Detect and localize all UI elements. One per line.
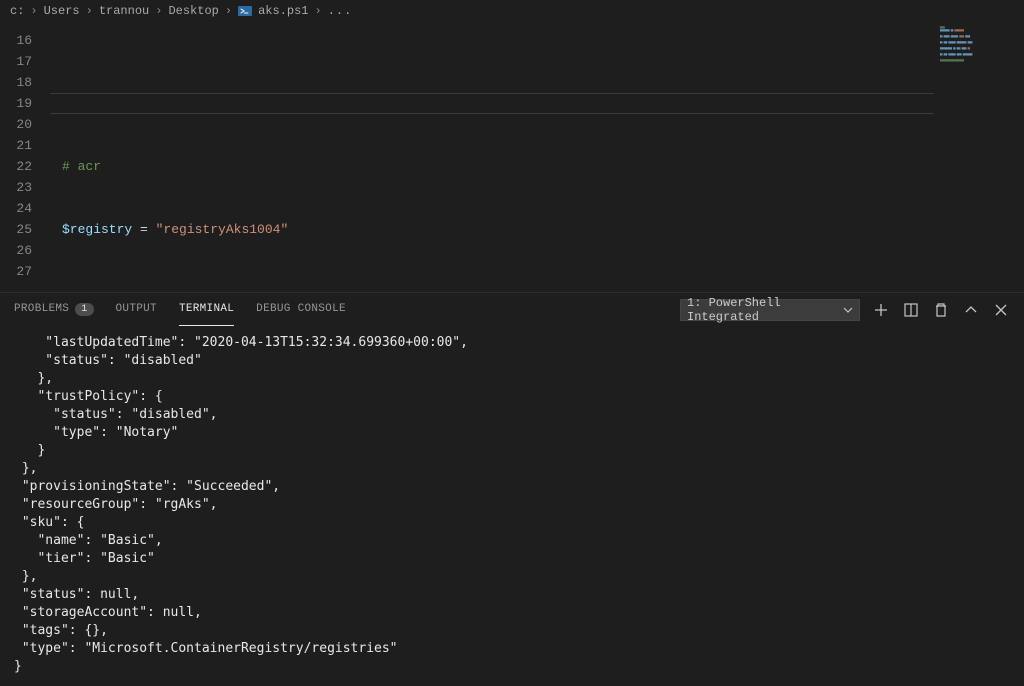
powershell-icon	[238, 4, 252, 18]
kill-terminal-button[interactable]	[932, 301, 950, 319]
line-number: 25	[0, 219, 50, 240]
code-line[interactable]: $registry = "registryAks1004"	[50, 219, 934, 240]
tab-label: PROBLEMS	[14, 303, 69, 315]
tab-debug-console[interactable]: DEBUG CONSOLE	[256, 293, 346, 326]
new-terminal-button[interactable]	[872, 301, 890, 319]
panel-controls: 1: PowerShell Integrated	[680, 299, 1010, 321]
tab-label: TERMINAL	[179, 303, 234, 315]
line-gutter: 16 17 18 19 20 21 22 23 24 25 26 27	[0, 22, 50, 292]
line-number: 23	[0, 177, 50, 198]
line-number: 18	[0, 72, 50, 93]
chevron-icon: ›	[30, 4, 37, 18]
problems-badge: 1	[75, 303, 93, 316]
tab-problems[interactable]: PROBLEMS 1	[14, 293, 94, 326]
tab-terminal[interactable]: TERMINAL	[179, 293, 234, 326]
breadcrumb-seg[interactable]: Desktop	[168, 4, 218, 18]
terminal-text: "lastUpdatedTime": "2020-04-13T15:32:34.…	[14, 334, 1010, 676]
close-panel-button[interactable]	[992, 301, 1010, 319]
tab-output[interactable]: OUTPUT	[116, 293, 157, 326]
chevron-down-icon	[843, 305, 853, 315]
breadcrumb-seg[interactable]: Users	[44, 4, 80, 18]
terminal-selector-label: 1: PowerShell Integrated	[687, 296, 843, 324]
chevron-icon: ›	[86, 4, 93, 18]
line-number: 21	[0, 135, 50, 156]
panel-tabs: PROBLEMS 1 OUTPUT TERMINAL DEBUG CONSOLE…	[0, 293, 1024, 326]
chevron-icon: ›	[155, 4, 162, 18]
line-number: 24	[0, 198, 50, 219]
tab-label: DEBUG CONSOLE	[256, 303, 346, 315]
line-number: 22	[0, 156, 50, 177]
line-number: 17	[0, 51, 50, 72]
breadcrumb-rest[interactable]: ...	[328, 4, 353, 18]
line-number: 26	[0, 240, 50, 261]
split-terminal-button[interactable]	[902, 301, 920, 319]
breadcrumb[interactable]: c: › Users › trannou › Desktop › aks.ps1…	[0, 0, 1024, 22]
panel: PROBLEMS 1 OUTPUT TERMINAL DEBUG CONSOLE…	[0, 292, 1024, 686]
line-number: 27	[0, 261, 50, 282]
editor[interactable]: 16 17 18 19 20 21 22 23 24 25 26 27 # ac…	[0, 22, 1024, 292]
chevron-icon: ›	[225, 4, 232, 18]
terminal-output[interactable]: "lastUpdatedTime": "2020-04-13T15:32:34.…	[0, 326, 1024, 686]
minimap[interactable]: ████ ████████ ██ ████████ ██ █████ █████…	[934, 22, 1024, 292]
terminal-selector[interactable]: 1: PowerShell Integrated	[680, 299, 860, 321]
chevron-icon: ›	[315, 4, 322, 18]
code-line[interactable]	[50, 93, 934, 114]
breadcrumb-seg[interactable]: trannou	[99, 4, 149, 18]
line-number: 16	[0, 30, 50, 51]
code-area[interactable]: # acr $registry = "registryAks1004" az g…	[50, 22, 934, 292]
code-line[interactable]: # acr	[50, 156, 934, 177]
code-line[interactable]	[50, 282, 934, 292]
line-number: 20	[0, 114, 50, 135]
maximize-panel-button[interactable]	[962, 301, 980, 319]
breadcrumb-root[interactable]: c:	[10, 4, 24, 18]
line-number: 19	[0, 93, 50, 114]
tab-label: OUTPUT	[116, 303, 157, 315]
breadcrumb-file[interactable]: aks.ps1	[258, 4, 308, 18]
